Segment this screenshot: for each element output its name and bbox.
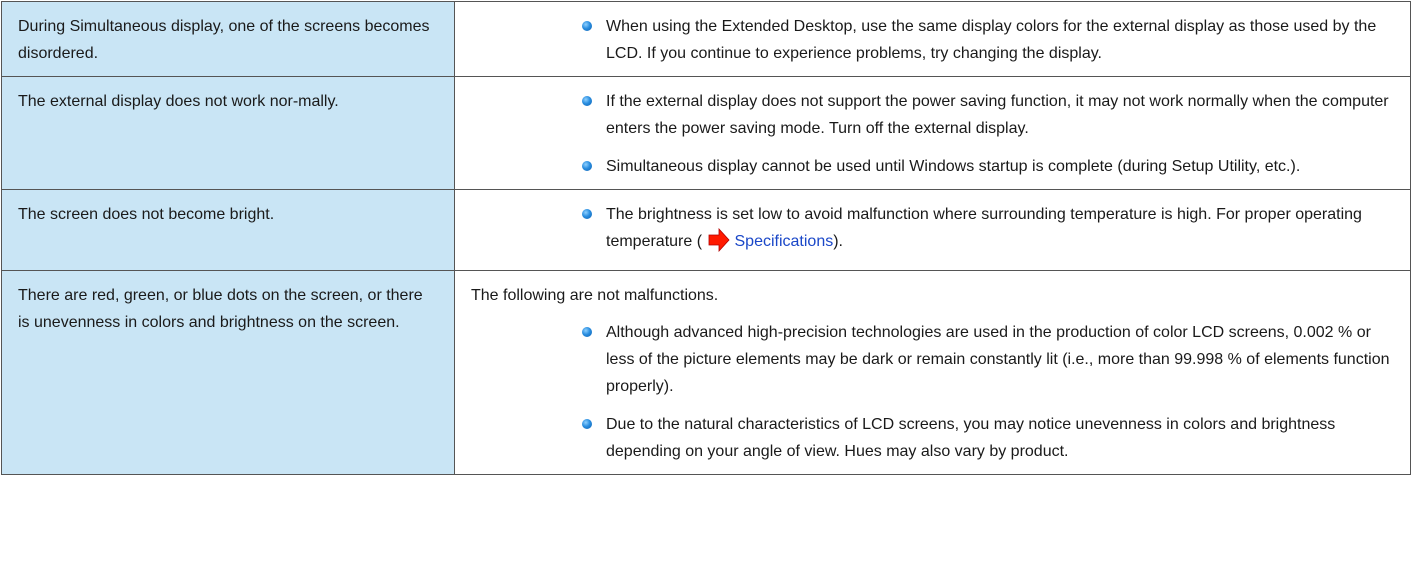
solution-text: Simultaneous display cannot be used unti… — [606, 158, 1301, 175]
blue-dot-bullet-icon — [582, 419, 592, 429]
solution-item: When using the Extended Desktop, use the… — [582, 13, 1390, 67]
solution-cell: The following are not malfunctions. Alth… — [454, 270, 1411, 475]
blue-dot-bullet-icon — [582, 327, 592, 337]
solution-intro: The following are not malfunctions. — [471, 287, 719, 304]
solution-list: The brightness is set low to avoid malfu… — [471, 201, 1390, 261]
table-row: During Simultaneous display, one of the … — [1, 1, 1411, 77]
solution-item: If the external display does not support… — [582, 88, 1390, 142]
red-arrow-icon — [708, 227, 730, 261]
problem-cell: During Simultaneous display, one of the … — [1, 1, 455, 77]
blue-dot-bullet-icon — [582, 96, 592, 106]
table-row: The external display does not work nor-m… — [1, 76, 1411, 190]
problem-cell: The external display does not work nor-m… — [1, 76, 455, 190]
solution-cell: If the external display does not support… — [454, 76, 1411, 190]
solution-list: Although advanced high-precision technol… — [471, 319, 1390, 465]
solution-item: Due to the natural characteristics of LC… — [582, 411, 1390, 465]
solution-item: Simultaneous display cannot be used unti… — [582, 153, 1390, 180]
solution-item: Although advanced high-precision technol… — [582, 319, 1390, 400]
solution-list: If the external display does not support… — [471, 88, 1390, 180]
solution-list: When using the Extended Desktop, use the… — [471, 13, 1390, 67]
solution-cell: When using the Extended Desktop, use the… — [454, 1, 1411, 77]
solution-text: Due to the natural characteristics of LC… — [606, 416, 1336, 460]
blue-dot-bullet-icon — [582, 209, 592, 219]
table-row: There are red, green, or blue dots on th… — [1, 270, 1411, 475]
blue-dot-bullet-icon — [582, 161, 592, 171]
table-row: The screen does not become bright. The b… — [1, 189, 1411, 271]
problem-cell: The screen does not become bright. — [1, 189, 455, 271]
troubleshooting-table: During Simultaneous display, one of the … — [1, 1, 1411, 475]
specifications-link[interactable]: Specifications — [735, 233, 834, 250]
problem-cell: There are red, green, or blue dots on th… — [1, 270, 455, 475]
solution-text: Although advanced high-precision technol… — [606, 324, 1390, 395]
solution-item: The brightness is set low to avoid malfu… — [582, 201, 1390, 261]
solution-text: When using the Extended Desktop, use the… — [606, 18, 1377, 62]
solution-text-after: ). — [833, 233, 843, 250]
blue-dot-bullet-icon — [582, 21, 592, 31]
solution-cell: The brightness is set low to avoid malfu… — [454, 189, 1411, 271]
solution-text: If the external display does not support… — [606, 93, 1389, 137]
